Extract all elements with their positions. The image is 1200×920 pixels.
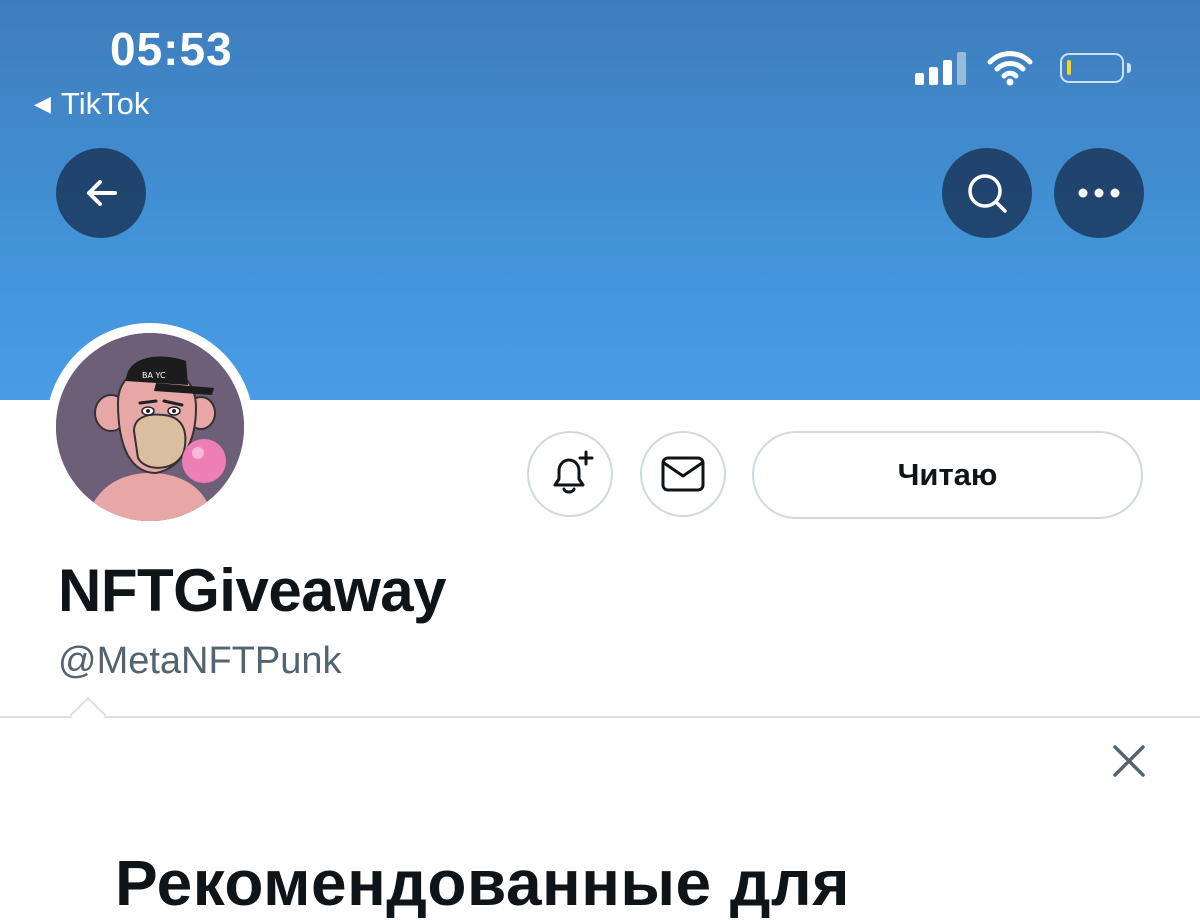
more-horizontal-icon — [1078, 188, 1120, 198]
status-icons — [915, 50, 1131, 86]
envelope-icon — [661, 456, 705, 492]
back-to-app[interactable]: ◀ TikTok — [34, 86, 149, 122]
notify-button[interactable] — [527, 431, 613, 517]
wifi-icon — [987, 51, 1033, 86]
bell-plus-icon — [553, 450, 594, 494]
back-triangle-icon: ◀ — [34, 91, 51, 116]
status-time: 05:53 — [110, 23, 233, 75]
arrow-left-icon — [87, 180, 117, 206]
message-button[interactable] — [640, 431, 726, 517]
cellular-signal-icon — [915, 51, 966, 85]
avatar-frame: BA YC — [46, 323, 254, 531]
back-app-label: TikTok — [60, 86, 150, 121]
close-recommendations-button[interactable] — [1108, 740, 1150, 782]
profile-display-name: NFTGiveaway — [58, 557, 447, 624]
avatar[interactable]: BA YC — [56, 333, 244, 521]
close-icon — [1113, 745, 1145, 777]
following-button[interactable]: Читаю — [752, 431, 1143, 519]
profile-handle: @MetaNFTPunk — [58, 640, 342, 682]
section-divider — [0, 716, 1200, 718]
battery-icon — [1060, 53, 1131, 83]
more-button[interactable] — [1054, 148, 1144, 238]
svg-text:BA YC: BA YC — [142, 371, 166, 380]
search-button[interactable] — [942, 148, 1032, 238]
bored-ape-avatar-icon: BA YC — [56, 333, 244, 521]
recommendations-title: Рекомендованные для — [115, 847, 850, 919]
popover-pointer — [69, 696, 107, 734]
back-button[interactable] — [56, 148, 146, 238]
search-icon — [968, 174, 1007, 213]
